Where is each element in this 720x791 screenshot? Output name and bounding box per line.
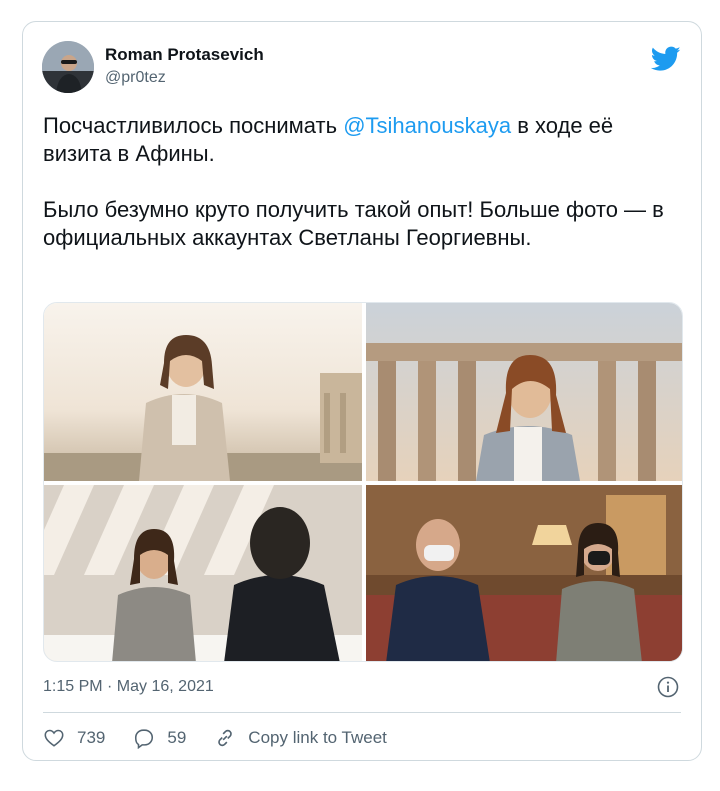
tweet-card: Roman Protasevich @pr0tez Посчастливилос… bbox=[22, 21, 702, 761]
link-icon bbox=[218, 729, 233, 747]
heart-icon bbox=[44, 729, 64, 747]
author-handle[interactable]: @pr0tez bbox=[105, 69, 166, 87]
tweet-text: Посчастливилось поснимать @Tsihanouskaya… bbox=[43, 112, 683, 252]
action-bar: 739 59 Copy link to Tweet bbox=[43, 726, 415, 750]
copy-link-label: Copy link to Tweet bbox=[248, 728, 387, 747]
twitter-bird-icon[interactable] bbox=[651, 46, 681, 72]
photo-2[interactable] bbox=[366, 303, 682, 481]
mention-link[interactable]: @Tsihanouskaya bbox=[343, 113, 511, 138]
photo-grid bbox=[43, 302, 683, 662]
avatar[interactable] bbox=[42, 41, 94, 93]
tweet-text-part1: Посчастливилось поснимать bbox=[43, 113, 344, 138]
reply-icon bbox=[135, 729, 154, 749]
copy-link-button[interactable]: Copy link to Tweet bbox=[214, 727, 387, 749]
photo-4[interactable] bbox=[366, 485, 682, 661]
like-count: 739 bbox=[77, 728, 106, 747]
tweet-timestamp[interactable]: 1:15 PM · May 16, 2021 bbox=[43, 678, 214, 696]
like-button[interactable]: 739 bbox=[43, 727, 105, 749]
reply-button[interactable]: 59 bbox=[133, 727, 186, 749]
photo-1[interactable] bbox=[44, 303, 362, 481]
photo-3[interactable] bbox=[44, 485, 362, 661]
divider bbox=[43, 712, 681, 713]
author-name[interactable]: Roman Protasevich bbox=[105, 45, 264, 65]
reply-count: 59 bbox=[167, 728, 187, 747]
info-icon[interactable] bbox=[657, 676, 679, 698]
